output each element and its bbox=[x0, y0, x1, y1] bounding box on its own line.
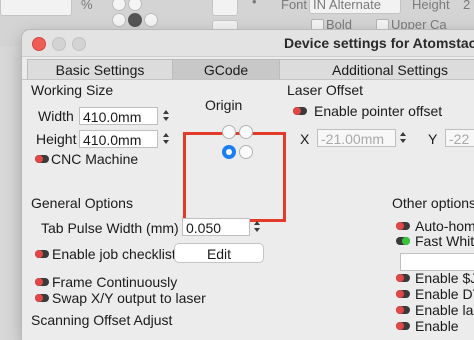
bg-field[interactable] bbox=[212, 0, 238, 16]
title-bar[interactable]: Device settings for Atomstack bbox=[22, 30, 474, 57]
settings-panel: Working Size Width 410.0mm Height 410.0m… bbox=[22, 79, 474, 340]
x-offset-label: X bbox=[300, 131, 310, 147]
maximize-button[interactable] bbox=[72, 37, 86, 51]
edit-button[interactable]: Edit bbox=[174, 243, 264, 263]
window-title: Device settings for Atomstack bbox=[284, 35, 474, 51]
general-options-heading: General Options bbox=[31, 195, 133, 211]
tab-basic-settings[interactable]: Basic Settings bbox=[27, 59, 173, 79]
bg-radio[interactable] bbox=[128, 0, 142, 11]
origin-bottom-left-radio[interactable] bbox=[222, 145, 236, 159]
laser-offset-heading: Laser Offset bbox=[287, 82, 364, 98]
x-offset-stepper[interactable] bbox=[398, 129, 408, 147]
width-input[interactable]: 410.0mm bbox=[79, 107, 158, 125]
tab-pulse-stepper[interactable] bbox=[252, 218, 262, 236]
y-offset-label: Y bbox=[428, 131, 438, 147]
bg-radio[interactable] bbox=[112, 0, 126, 11]
tab-pulse-input[interactable]: 0.050 bbox=[182, 218, 250, 236]
swap-xy-label: Swap X/Y output to laser bbox=[52, 290, 206, 306]
swap-xy-toggle[interactable] bbox=[35, 294, 49, 302]
close-button[interactable] bbox=[32, 37, 46, 51]
enable-dt-toggle[interactable] bbox=[396, 290, 410, 298]
enable-j-toggle[interactable] bbox=[396, 274, 410, 282]
bg-height-label: Height bbox=[412, 0, 450, 12]
cnc-machine-toggle[interactable] bbox=[35, 155, 49, 163]
x-offset-input[interactable]: -21.00mm bbox=[317, 129, 396, 147]
bg-radio[interactable] bbox=[112, 13, 126, 27]
height-stepper[interactable] bbox=[161, 130, 171, 148]
device-settings-dialog: Device settings for Atomstack Basic Sett… bbox=[22, 30, 474, 340]
working-size-heading: Working Size bbox=[31, 82, 114, 98]
y-offset-input[interactable]: -22 bbox=[445, 129, 474, 147]
bg-font-label: Font bbox=[281, 0, 308, 12]
bg-font-select[interactable]: IN Alternate bbox=[309, 0, 401, 14]
fast-white-toggle[interactable] bbox=[396, 237, 410, 245]
bg-radio[interactable] bbox=[128, 13, 142, 27]
origin-highlight bbox=[183, 132, 286, 222]
frame-continuously-label: Frame Continuously bbox=[52, 274, 178, 290]
tab-additional-settings[interactable]: Additional Settings bbox=[279, 59, 474, 79]
enable-laser-toggle[interactable] bbox=[396, 306, 410, 314]
pointer-offset-label: Enable pointer offset bbox=[314, 103, 443, 119]
job-checklist-toggle[interactable] bbox=[35, 250, 49, 258]
origin-top-right-radio[interactable] bbox=[239, 125, 253, 139]
bg-bullet: • bbox=[252, 0, 257, 9]
auto-home-label: Auto-hom bbox=[415, 218, 474, 234]
bg-radio[interactable] bbox=[144, 13, 158, 27]
tab-pulse-label: Tab Pulse Width (mm) bbox=[41, 220, 179, 236]
enable-laser-label: Enable las bbox=[415, 302, 474, 318]
tab-bar: Basic Settings GCode Additional Settings bbox=[27, 59, 474, 79]
origin-heading: Origin bbox=[205, 97, 243, 113]
frame-continuously-toggle[interactable] bbox=[35, 278, 49, 286]
height-input[interactable]: 410.0mm bbox=[79, 130, 158, 148]
other-options-heading: Other options bbox=[392, 195, 474, 211]
enable-extra-label: Enable bbox=[415, 318, 459, 334]
width-stepper[interactable] bbox=[161, 107, 171, 125]
origin-bottom-right-radio[interactable] bbox=[239, 145, 253, 159]
job-checklist-label: Enable job checklist bbox=[52, 246, 176, 262]
height-label: Height bbox=[36, 131, 77, 147]
origin-top-left-radio[interactable] bbox=[222, 125, 236, 139]
auto-home-toggle[interactable] bbox=[396, 222, 410, 230]
width-label: Width bbox=[38, 108, 74, 124]
bg-input[interactable] bbox=[0, 0, 72, 16]
scanning-offset-heading: Scanning Offset Adjust bbox=[31, 312, 173, 328]
bg-percent-label: % bbox=[81, 0, 93, 12]
tab-gcode[interactable]: GCode bbox=[172, 59, 280, 79]
enable-j-label: Enable $J bbox=[415, 270, 474, 286]
enable-extra-toggle[interactable] bbox=[396, 322, 410, 330]
fast-white-input[interactable] bbox=[400, 253, 474, 271]
minimize-button[interactable] bbox=[52, 37, 66, 51]
bg-height-value: 2 bbox=[463, 0, 471, 12]
enable-dt-label: Enable DT bbox=[415, 286, 474, 302]
cnc-machine-label: CNC Machine bbox=[51, 151, 139, 167]
pointer-offset-toggle[interactable] bbox=[293, 107, 307, 115]
fast-white-label: Fast White bbox=[415, 233, 474, 249]
